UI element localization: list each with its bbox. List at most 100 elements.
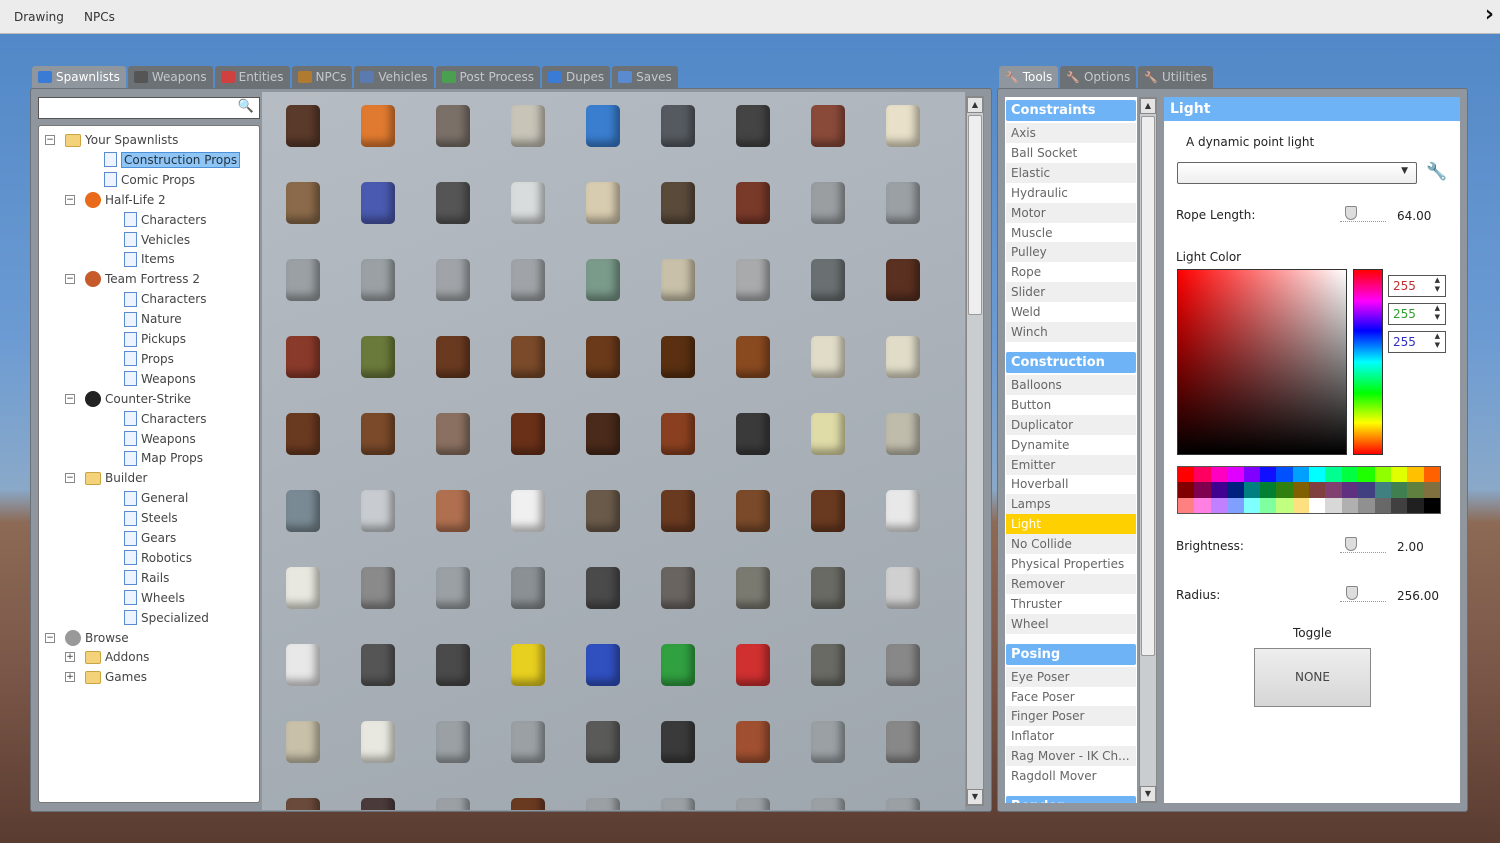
- tool-item[interactable]: No Collide: [1006, 534, 1136, 555]
- prop-spawn-icon[interactable]: [653, 252, 703, 308]
- color-swatch[interactable]: [1423, 467, 1440, 483]
- prop-spawn-icon[interactable]: [353, 560, 403, 616]
- spinner-icon[interactable]: ▲ ▼: [1435, 332, 1440, 350]
- tool-item[interactable]: Physical Properties: [1006, 554, 1136, 574]
- prop-spawn-icon[interactable]: [878, 406, 928, 462]
- tree-item[interactable]: Browse: [65, 629, 129, 647]
- prop-spawn-icon[interactable]: [353, 329, 403, 385]
- prop-spawn-icon[interactable]: [353, 98, 403, 154]
- prop-spawn-icon[interactable]: [578, 406, 628, 462]
- tree-item[interactable]: Nature: [124, 310, 182, 328]
- prop-spawn-icon[interactable]: [728, 252, 778, 308]
- prop-spawn-icon[interactable]: [803, 560, 853, 616]
- tab-npcs[interactable]: NPCs: [291, 66, 353, 88]
- prop-spawn-icon[interactable]: [503, 560, 553, 616]
- tree-item[interactable]: Vehicles: [124, 231, 190, 249]
- color-swatch[interactable]: [1276, 497, 1293, 513]
- prop-spawn-icon[interactable]: [578, 791, 628, 810]
- color-swatch[interactable]: [1259, 467, 1277, 483]
- prop-spawn-icon[interactable]: [803, 175, 853, 231]
- tool-item[interactable]: Winch: [1006, 322, 1136, 342]
- slider-knob[interactable]: [1344, 206, 1357, 220]
- prop-spawn-icon[interactable]: [578, 329, 628, 385]
- prop-spawn-icon[interactable]: [428, 637, 478, 693]
- prop-spawn-icon[interactable]: [278, 637, 328, 693]
- tool-item[interactable]: Wheel: [1006, 613, 1136, 634]
- color-swatch[interactable]: [1227, 497, 1244, 513]
- tree-item[interactable]: Characters: [124, 290, 207, 308]
- tool-item[interactable]: Muscle: [1006, 223, 1136, 243]
- color-swatch[interactable]: [1243, 482, 1260, 498]
- prop-spawn-icon[interactable]: [728, 98, 778, 154]
- color-swatch[interactable]: [1390, 467, 1408, 483]
- prop-spawn-icon[interactable]: [428, 175, 478, 231]
- toggle-key-binder[interactable]: NONE: [1254, 648, 1371, 707]
- prop-spawn-icon[interactable]: [803, 791, 853, 810]
- prop-spawn-icon[interactable]: [503, 98, 553, 154]
- prop-spawn-icon[interactable]: [278, 714, 328, 770]
- prop-spawn-icon[interactable]: [578, 637, 628, 693]
- scroll-thumb[interactable]: [1141, 116, 1155, 656]
- tree-item[interactable]: Weapons: [124, 370, 196, 388]
- collapse-icon[interactable]: −: [65, 393, 75, 404]
- tool-item[interactable]: Inflator: [1006, 726, 1136, 746]
- prop-spawn-icon[interactable]: [878, 791, 928, 810]
- slider-knob[interactable]: [1344, 537, 1357, 551]
- tool-item[interactable]: Balloons: [1006, 374, 1136, 395]
- rope-length-value[interactable]: 64.00: [1397, 209, 1431, 223]
- color-swatch[interactable]: [1309, 482, 1326, 498]
- color-swatch[interactable]: [1407, 497, 1424, 513]
- expand-icon[interactable]: +: [65, 652, 75, 663]
- color-swatch[interactable]: [1341, 497, 1359, 513]
- tool-item[interactable]: Motor: [1006, 202, 1136, 223]
- prop-spawn-icon[interactable]: [728, 560, 778, 616]
- color-swatch[interactable]: [1178, 497, 1195, 513]
- color-swatch[interactable]: [1325, 497, 1342, 513]
- tool-item[interactable]: Lamps: [1006, 494, 1136, 515]
- color-swatch[interactable]: [1292, 482, 1309, 498]
- tool-item[interactable]: Remover: [1006, 573, 1136, 594]
- color-swatch[interactable]: [1194, 467, 1211, 483]
- hue-slider[interactable]: [1353, 269, 1383, 455]
- prop-spawn-icon[interactable]: [728, 791, 778, 810]
- color-swatch[interactable]: [1227, 482, 1244, 498]
- color-swatch[interactable]: [1178, 482, 1195, 498]
- color-swatch[interactable]: [1390, 497, 1408, 513]
- tab-post-process[interactable]: Post Process: [435, 66, 540, 88]
- preset-dropdown[interactable]: ▼: [1177, 162, 1417, 184]
- collapse-icon[interactable]: −: [45, 632, 55, 643]
- tool-item[interactable]: Hoverball: [1006, 474, 1136, 494]
- spinner-icon[interactable]: ▲ ▼: [1435, 276, 1440, 294]
- prop-spawn-icon[interactable]: [353, 252, 403, 308]
- color-swatch[interactable]: [1358, 497, 1375, 513]
- tree-item[interactable]: Builder: [85, 469, 147, 487]
- tool-item[interactable]: Eye Poser: [1006, 666, 1136, 687]
- tool-category-construction[interactable]: Construction: [1006, 351, 1136, 373]
- prop-spawn-icon[interactable]: [653, 714, 703, 770]
- prop-spawn-icon[interactable]: [653, 406, 703, 462]
- brightness-value[interactable]: 2.00: [1397, 540, 1424, 554]
- scroll-down-icon[interactable]: ▼: [967, 789, 983, 805]
- tab-vehicles[interactable]: Vehicles: [354, 66, 434, 88]
- tree-item[interactable]: Wheels: [124, 589, 185, 607]
- prop-spawn-icon[interactable]: [428, 252, 478, 308]
- prop-spawn-icon[interactable]: [353, 791, 403, 810]
- color-swatch[interactable]: [1259, 497, 1277, 513]
- tab-tools[interactable]: 🔧 Tools: [999, 66, 1059, 88]
- prop-spawn-icon[interactable]: [728, 637, 778, 693]
- tree-item[interactable]: Map Props: [124, 449, 203, 467]
- prop-spawn-icon[interactable]: [728, 406, 778, 462]
- scroll-up-icon[interactable]: ▲: [1140, 98, 1156, 114]
- color-swatch[interactable]: [1374, 497, 1391, 513]
- color-swatch[interactable]: [1325, 482, 1342, 498]
- prop-spawn-icon[interactable]: [878, 483, 928, 539]
- tool-category-posing[interactable]: Posing: [1006, 643, 1136, 665]
- tool-item[interactable]: Duplicator: [1006, 414, 1136, 435]
- color-swatch[interactable]: [1390, 482, 1408, 498]
- tool-item[interactable]: Pulley: [1006, 242, 1136, 263]
- tool-item[interactable]: Thruster: [1006, 594, 1136, 614]
- prop-spawn-icon[interactable]: [878, 637, 928, 693]
- color-swatch[interactable]: [1194, 482, 1211, 498]
- color-swatch[interactable]: [1407, 467, 1424, 483]
- prop-spawn-icon[interactable]: [278, 560, 328, 616]
